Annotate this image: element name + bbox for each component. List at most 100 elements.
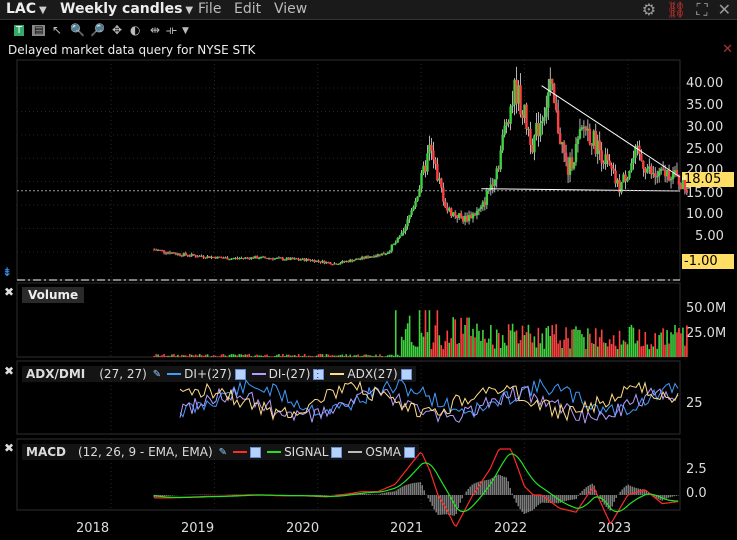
volume-bar	[238, 354, 241, 357]
candle-body	[339, 263, 342, 265]
volume-bar	[434, 325, 437, 357]
volume-bar	[430, 349, 433, 357]
volume-bar	[490, 324, 492, 357]
candle-body	[414, 200, 417, 207]
volume-bar	[367, 354, 369, 357]
volume-bar	[458, 343, 460, 357]
volume-bar	[232, 354, 235, 357]
volume-bar	[610, 344, 613, 357]
candle-body	[545, 107, 548, 118]
volume-bar	[260, 355, 262, 357]
volume-bar	[402, 340, 405, 357]
candle-body	[436, 164, 439, 181]
volume-bar	[666, 330, 668, 357]
volume-bar	[462, 333, 464, 357]
candle-body	[453, 212, 457, 216]
volume-bar	[216, 356, 219, 357]
candle-body	[606, 154, 609, 161]
volume-bar	[561, 347, 563, 357]
candle-body	[501, 134, 504, 151]
volume-bar	[248, 353, 251, 357]
candle-body	[503, 125, 506, 135]
candle-body	[416, 196, 419, 201]
candle-body	[564, 152, 568, 162]
candle-body	[578, 129, 582, 139]
candle-body	[655, 176, 659, 178]
volume-bar	[345, 354, 348, 357]
volume-bar	[165, 355, 167, 357]
volume-bar	[446, 330, 449, 357]
volume-bar	[644, 331, 647, 357]
volume-bar	[282, 353, 284, 357]
volume-bar	[163, 353, 165, 357]
volume-bar	[604, 343, 607, 357]
volume-bar	[567, 338, 569, 357]
volume-bar	[198, 353, 201, 357]
volume-bar	[204, 354, 207, 357]
volume-bar	[484, 338, 486, 357]
volume-bar	[244, 354, 247, 357]
volume-bar	[280, 355, 282, 357]
volume-bar	[189, 353, 191, 357]
candle-body	[547, 92, 550, 108]
volume-bar	[541, 333, 544, 357]
candle-body	[485, 190, 489, 205]
volume-bar	[167, 355, 169, 357]
volume-bar	[214, 355, 217, 357]
volume-bar	[187, 356, 189, 357]
volume-bar	[535, 347, 538, 357]
volume-bar	[301, 355, 304, 357]
volume-bar	[335, 355, 338, 357]
volume-bar	[183, 355, 185, 357]
candle-body	[178, 253, 182, 256]
candle-body	[572, 162, 576, 169]
candle-body	[226, 257, 229, 260]
candle-body	[610, 164, 613, 169]
volume-bar	[200, 355, 203, 357]
candle-body	[543, 117, 546, 121]
volume-bar	[210, 356, 213, 357]
volume-bar	[521, 325, 524, 357]
candle-body	[661, 168, 665, 170]
volume-bar	[153, 355, 155, 357]
candle-body	[398, 236, 401, 238]
candle-body	[525, 104, 528, 129]
volume-bar	[222, 354, 225, 357]
volume-bar	[264, 355, 266, 357]
volume-bar	[515, 330, 518, 357]
candle-body	[263, 256, 267, 258]
volume-bar	[468, 317, 470, 357]
volume-bar	[448, 342, 451, 357]
volume-bar	[573, 329, 575, 357]
volume-bar	[478, 330, 480, 357]
candle-body	[632, 157, 635, 164]
candle-body	[410, 210, 413, 216]
candle-body	[402, 231, 405, 233]
volume-bar	[291, 355, 294, 357]
volume-bar	[173, 354, 175, 357]
candle-body	[519, 85, 522, 115]
volume-bar	[589, 333, 591, 357]
volume-bar	[440, 345, 443, 357]
candle-body	[172, 252, 176, 254]
volume-bar	[268, 356, 270, 357]
volume-bar	[333, 355, 336, 357]
drag-handle-icon[interactable]: ⇟	[2, 265, 12, 279]
volume-bar	[307, 355, 310, 357]
volume-bar	[618, 330, 621, 357]
volume-bar	[169, 355, 171, 357]
candle-body	[307, 258, 310, 260]
volume-bar	[242, 355, 245, 357]
volume-bar	[190, 354, 193, 357]
volume-bar	[442, 349, 445, 357]
volume-bar	[234, 354, 237, 357]
volume-bar	[392, 355, 395, 357]
volume-bar	[452, 317, 454, 357]
volume-bar	[406, 323, 409, 357]
volume-bar	[628, 326, 631, 357]
volume-bar	[288, 354, 290, 357]
candle-body	[562, 142, 566, 153]
volume-bar	[668, 343, 670, 357]
candle-body	[392, 243, 395, 245]
volume-bar	[373, 355, 375, 357]
